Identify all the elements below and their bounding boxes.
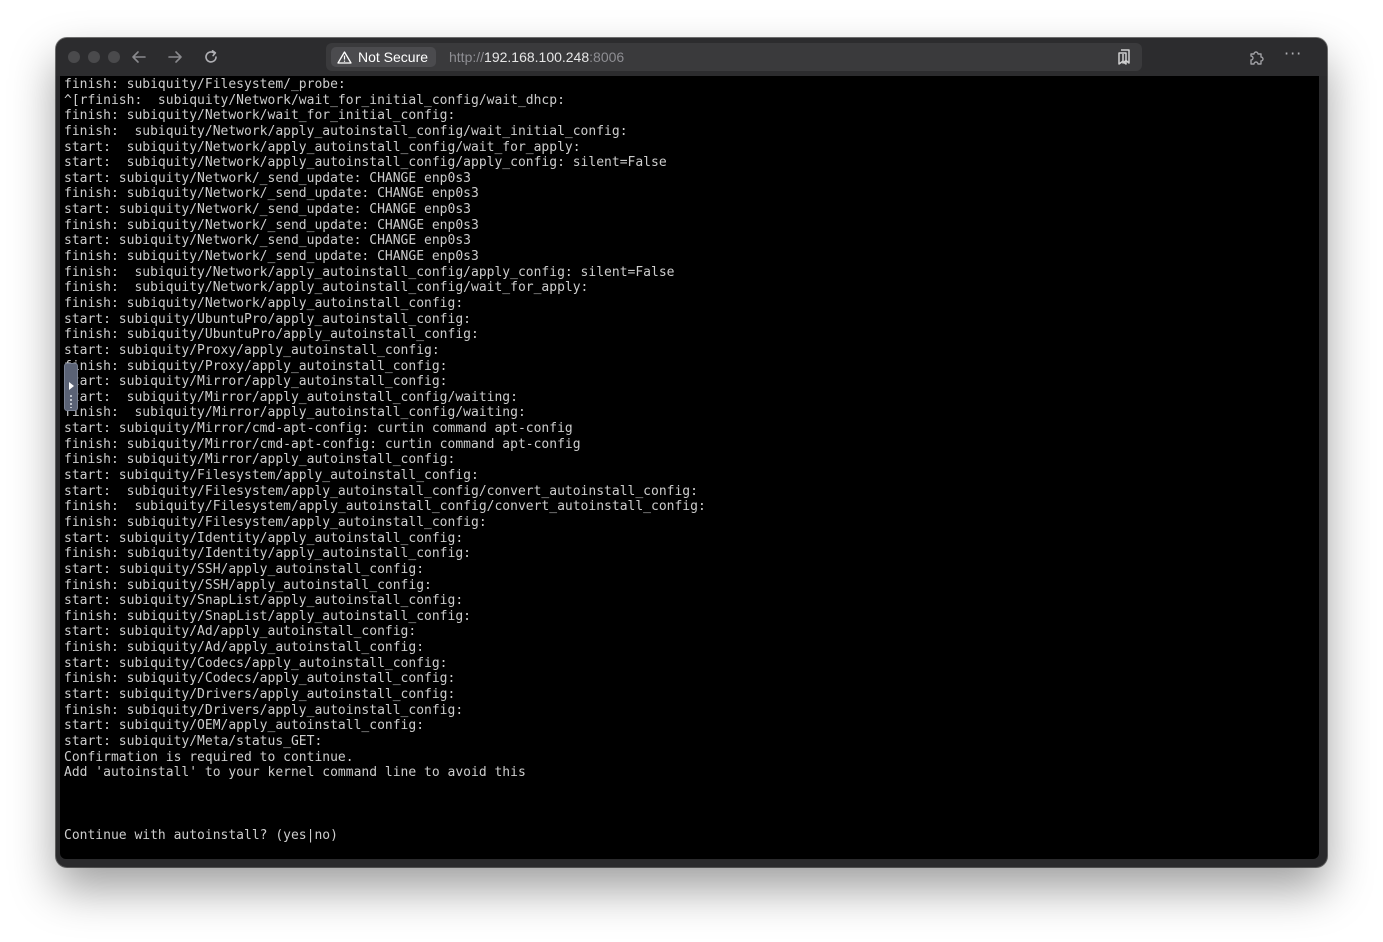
console-line: Confirmation is required to continue. [64,749,354,765]
console-line: finish: subiquity/Network/apply_autoinst… [64,123,628,139]
console-line: start: subiquity/Network/apply_autoinsta… [64,139,581,155]
console-line: finish: subiquity/Mirror/cmd-apt-config:… [64,436,581,452]
reload-button[interactable] [199,46,223,68]
console-line: start: subiquity/SnapList/apply_autoinst… [64,593,464,609]
console-line: start: subiquity/Identity/apply_autoinst… [64,530,464,546]
console-line: finish: subiquity/SnapList/apply_autoins… [64,608,471,624]
console-line: finish: subiquity/Filesystem/_probe: [64,77,346,92]
console-line: start: subiquity/Ad/apply_autoinstall_co… [64,624,417,640]
console-line: ^[rfinish: subiquity/Network/wait_for_in… [64,92,565,108]
console-line: finish: subiquity/Mirror/apply_autoinsta… [64,405,526,421]
zoom-window-button[interactable] [108,51,120,63]
console-line: finish: subiquity/Filesystem/apply_autoi… [64,499,706,515]
console-sidebar-handle[interactable] [64,363,78,411]
console-line: finish: subiquity/Network/apply_autoinst… [64,280,589,296]
console-line: finish: subiquity/Network/_send_update: … [64,249,479,265]
console-line: start: subiquity/OEM/apply_autoinstall_c… [64,718,425,734]
bookmark-button[interactable] [1116,48,1132,70]
console-line: finish: subiquity/Filesystem/apply_autoi… [64,514,487,530]
expand-arrow-icon [69,382,74,390]
vm-console[interactable]: finish: subiquity/Filesystem/_probe: ^[rf… [60,76,1319,859]
security-badge[interactable]: Not Secure [331,47,437,67]
console-line: start: subiquity/Mirror/apply_autoinstal… [64,389,518,405]
console-line: finish: subiquity/Network/apply_autoinst… [64,295,464,311]
extensions-button[interactable] [1248,48,1266,70]
puzzle-icon [1250,51,1264,65]
bookmark-icon [1118,49,1130,65]
more-menu-button[interactable]: ··· [1284,44,1302,63]
console-line: start: subiquity/Mirror/cmd-apt-config: … [64,421,573,437]
reload-icon [205,50,217,63]
console-line: finish: subiquity/SSH/apply_autoinstall_… [64,577,432,593]
console-line: start: subiquity/Codecs/apply_autoinstal… [64,655,448,671]
console-line: start: subiquity/UbuntuPro/apply_autoins… [64,311,471,327]
console-line: finish: subiquity/Network/_send_update: … [64,186,479,202]
back-button[interactable] [127,46,151,68]
warning-icon [337,50,352,64]
console-line: start: subiquity/Network/_send_update: C… [64,170,471,186]
forward-button[interactable] [163,46,187,68]
console-line: start: subiquity/Meta/status_GET: [64,733,323,749]
security-label: Not Secure [358,49,429,65]
console-line: finish: subiquity/UbuntuPro/apply_autoin… [64,327,479,343]
console-line: Add 'autoinstall' to your kernel command… [64,765,526,781]
drag-grip-icon [69,394,73,408]
console-line: start: subiquity/Network/_send_update: C… [64,202,471,218]
console-line: start: subiquity/Mirror/apply_autoinstal… [64,374,448,390]
url-scheme: http:// [449,49,485,65]
console-line: finish: subiquity/Drivers/apply_autoinst… [64,702,464,718]
url-port: :8006 [589,49,625,65]
console-line: finish: subiquity/Identity/apply_autoins… [64,546,471,562]
console-line: start: subiquity/Proxy/apply_autoinstall… [64,342,440,358]
minimize-window-button[interactable] [88,51,100,63]
console-line: start: subiquity/Network/_send_update: C… [64,233,471,249]
console-line: start: subiquity/Network/apply_autoinsta… [64,155,667,171]
address-bar[interactable]: Not Secure http://192.168.100.248:8006 [326,43,1142,71]
console-line: finish: subiquity/Mirror/apply_autoinsta… [64,452,456,468]
browser-toolbar: Not Secure http://192.168.100.248:8006 ·… [56,38,1327,76]
console-line: finish: subiquity/Network/wait_for_initi… [64,108,456,124]
console-line: start: subiquity/Drivers/apply_autoinsta… [64,686,456,702]
arrow-right-icon [168,51,182,63]
console-line: finish: subiquity/Network/_send_update: … [64,217,479,233]
console-line: start: subiquity/SSH/apply_autoinstall_c… [64,561,425,577]
console-line: start: subiquity/Filesystem/apply_autoin… [64,468,479,484]
console-output: finish: subiquity/Filesystem/_probe: ^[rf… [60,77,706,843]
console-line: finish: subiquity/Network/apply_autoinst… [64,264,675,280]
arrow-left-icon [132,51,146,63]
autoinstall-prompt: Continue with autoinstall? (yes|no) [64,827,338,843]
console-line: start: subiquity/Filesystem/apply_autoin… [64,483,698,499]
console-blank-space [64,781,706,828]
close-window-button[interactable] [68,51,80,63]
url-host: 192.168.100.248 [484,49,590,65]
console-line: finish: subiquity/Proxy/apply_autoinstal… [64,358,448,374]
browser-window: Not Secure http://192.168.100.248:8006 ·… [56,38,1327,867]
url-text[interactable]: http://192.168.100.248:8006 [449,49,624,65]
console-line: finish: subiquity/Codecs/apply_autoinsta… [64,671,456,687]
console-line: finish: subiquity/Ad/apply_autoinstall_c… [64,640,425,656]
